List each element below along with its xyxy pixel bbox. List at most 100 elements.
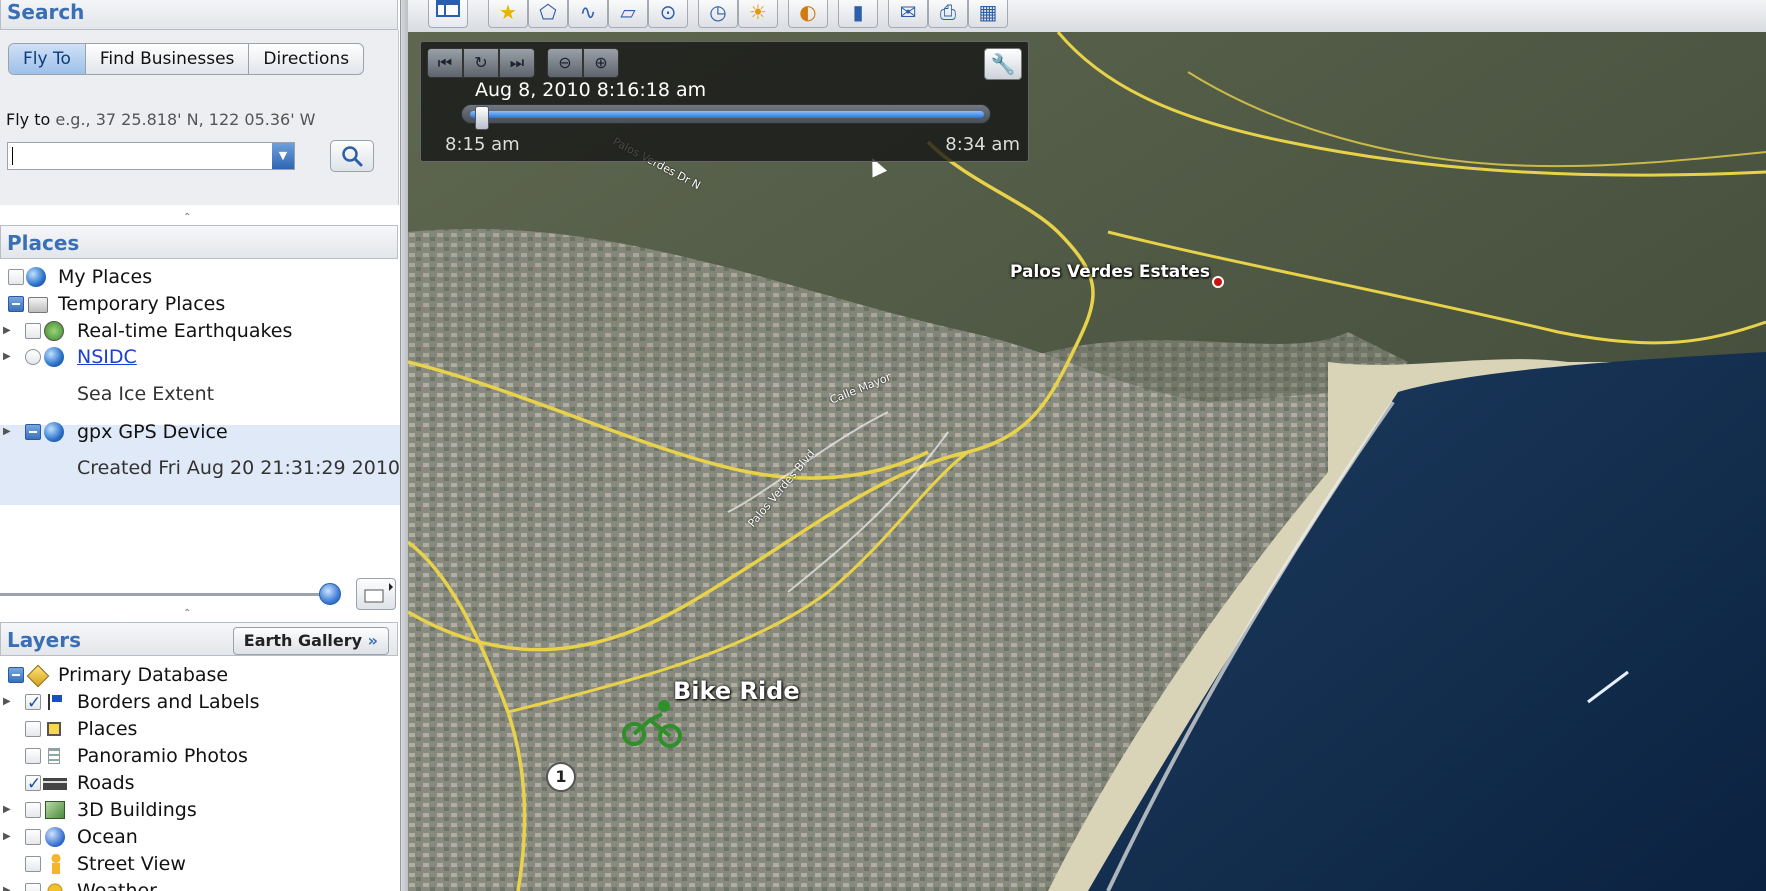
- print-button[interactable]: ⎙: [928, 0, 968, 28]
- expand-arrow-icon[interactable]: ▶: [3, 797, 11, 823]
- checkbox-checked[interactable]: [25, 690, 41, 716]
- expand-arrow-icon[interactable]: ▶: [3, 689, 11, 715]
- layer-street-view[interactable]: Street View: [0, 851, 400, 877]
- fly-to-input[interactable]: ▼: [7, 142, 295, 170]
- resize-grip[interactable]: ⌃: [183, 213, 191, 223]
- description-text: Sea Ice Extent: [77, 383, 215, 405]
- fly-to-text: Fly to: [6, 110, 51, 129]
- play-loop-button[interactable]: ↻: [463, 48, 499, 78]
- layer-weather[interactable]: ▶ Weather: [0, 878, 400, 891]
- places-panel-header[interactable]: Places: [0, 225, 398, 259]
- checkbox-checked[interactable]: [25, 771, 41, 797]
- earth-gallery-button[interactable]: Earth Gallery »: [232, 627, 389, 655]
- checkbox[interactable]: [25, 802, 41, 818]
- layer-borders-labels[interactable]: ▶ Borders and Labels: [0, 689, 400, 716]
- partial-checkbox[interactable]: [25, 424, 41, 440]
- time-slider-panel: ⏮ ↻ ⏭ ⊖ ⊕ 🔧 Aug 8, 2010 8:16:18 am 8:15 …: [420, 41, 1029, 162]
- sunlight-button[interactable]: ☀: [738, 0, 778, 28]
- resize-grip[interactable]: ⌃: [183, 609, 191, 619]
- fly-to-hint: e.g., 37 25.818' N, 122 05.36' W: [55, 110, 316, 129]
- zoom-out-time-button[interactable]: ⊖: [547, 48, 583, 78]
- tree-item-earthquakes[interactable]: ▶ Real-time Earthquakes: [0, 318, 400, 344]
- toggle-sidebar-button[interactable]: [428, 0, 468, 28]
- bike-placemark-icon[interactable]: [620, 698, 686, 750]
- nsidc-link[interactable]: NSIDC: [77, 344, 137, 370]
- print-icon: ⎙: [940, 0, 956, 24]
- toolbar: ★ ⬠ ∿ ▱ ⊙ ◷ ☀ ◐ ▮ ✉ ⎙ ▦: [408, 0, 1766, 33]
- checkbox[interactable]: [25, 829, 41, 845]
- expand-arrow-icon[interactable]: ▶: [3, 344, 11, 370]
- route-start-shield[interactable]: 1: [546, 762, 576, 792]
- checkbox[interactable]: [25, 748, 41, 764]
- layer-places[interactable]: Places: [0, 716, 400, 742]
- layer-label: Places: [77, 718, 138, 740]
- time-end-label: 8:34 am: [945, 134, 1020, 155]
- layer-primary-database[interactable]: Primary Database: [0, 662, 400, 688]
- tab-find-businesses[interactable]: Find Businesses: [86, 44, 250, 74]
- path-icon: ∿: [579, 0, 597, 24]
- zoom-in-time-button[interactable]: ⊕: [583, 48, 619, 78]
- view-in-maps-button[interactable]: ▦: [968, 0, 1008, 28]
- skip-back-icon: ⏮: [437, 53, 453, 72]
- checkbox[interactable]: [8, 269, 24, 285]
- partial-checkbox[interactable]: [8, 667, 24, 683]
- historical-imagery-icon: ◷: [709, 0, 727, 24]
- tree-item-my-places[interactable]: My Places: [0, 264, 400, 290]
- checkbox[interactable]: [25, 883, 41, 891]
- layers-panel-header[interactable]: Layers Earth Gallery »: [0, 622, 398, 656]
- tree-item-label: Real-time Earthquakes: [77, 320, 293, 342]
- layer-label: Borders and Labels: [77, 691, 260, 713]
- radio-button[interactable]: [25, 349, 41, 365]
- ruler-button[interactable]: ▮: [838, 0, 878, 28]
- opacity-slider-knob[interactable]: [319, 583, 341, 605]
- place-marker-dot[interactable]: [1212, 276, 1224, 288]
- tree-item-gpx-device[interactable]: ▶ gpx GPS Device: [0, 419, 400, 445]
- tree-item-temporary-places[interactable]: Temporary Places: [0, 291, 400, 317]
- layer-ocean[interactable]: ▶ Ocean: [0, 824, 400, 850]
- place-label-palos-verdes-estates[interactable]: Palos Verdes Estates: [1010, 262, 1210, 282]
- tree-item-nsidc[interactable]: ▶ NSIDC: [0, 344, 400, 370]
- double-chevron-icon: »: [367, 631, 378, 650]
- search-button[interactable]: [330, 140, 374, 172]
- ruler-icon: ▮: [852, 0, 864, 24]
- tree-item-label: My Places: [58, 266, 153, 288]
- layer-3d-buildings[interactable]: ▶ 3D Buildings: [0, 797, 400, 823]
- time-settings-button[interactable]: 🔧: [984, 48, 1022, 80]
- add-image-overlay-button[interactable]: ▱: [608, 0, 648, 28]
- layer-roads[interactable]: Roads: [0, 770, 400, 797]
- skip-forward-icon: ⏭: [509, 53, 525, 72]
- record-tour-button[interactable]: ⊙: [648, 0, 688, 28]
- globe-icon: [44, 422, 64, 442]
- email-icon: ✉: [899, 0, 917, 24]
- partial-checkbox[interactable]: [8, 296, 24, 312]
- opacity-slider-track[interactable]: [0, 593, 330, 596]
- checkbox[interactable]: [25, 323, 41, 339]
- expand-arrow-icon[interactable]: ▶: [3, 419, 11, 445]
- forward-button[interactable]: ⏭: [499, 48, 535, 78]
- layer-panoramio[interactable]: Panoramio Photos: [0, 743, 400, 769]
- add-placemark-button[interactable]: ★: [488, 0, 528, 28]
- time-slider-handle[interactable]: [475, 106, 490, 130]
- time-slider-track[interactable]: [461, 104, 991, 124]
- pegman-icon: [49, 854, 63, 874]
- search-panel-header[interactable]: Search: [0, 0, 398, 30]
- expand-arrow-icon[interactable]: ▶: [3, 878, 11, 891]
- email-button[interactable]: ✉: [888, 0, 928, 28]
- tab-fly-to[interactable]: Fly To: [9, 44, 86, 74]
- route-label-bike-ride[interactable]: Bike Ride: [673, 677, 800, 705]
- checkbox[interactable]: [25, 721, 41, 737]
- road-icon: [43, 778, 67, 790]
- history-dropdown-button[interactable]: ▼: [272, 143, 294, 169]
- add-polygon-button[interactable]: ⬠: [528, 0, 568, 28]
- expand-arrow-icon[interactable]: ▶: [3, 318, 11, 344]
- checkbox[interactable]: [25, 856, 41, 872]
- expand-arrow-icon[interactable]: ▶: [3, 824, 11, 850]
- add-path-button[interactable]: ∿: [568, 0, 608, 28]
- search-tabs: Fly To Find Businesses Directions: [8, 43, 365, 75]
- tab-directions[interactable]: Directions: [249, 44, 363, 74]
- fly-to-label: Fly to e.g., 37 25.818' N, 122 05.36' W: [6, 110, 316, 129]
- add-folder-button[interactable]: [356, 578, 396, 610]
- planets-button[interactable]: ◐: [788, 0, 828, 28]
- historical-imagery-button[interactable]: ◷: [698, 0, 738, 28]
- back-to-start-button[interactable]: ⏮: [427, 48, 463, 78]
